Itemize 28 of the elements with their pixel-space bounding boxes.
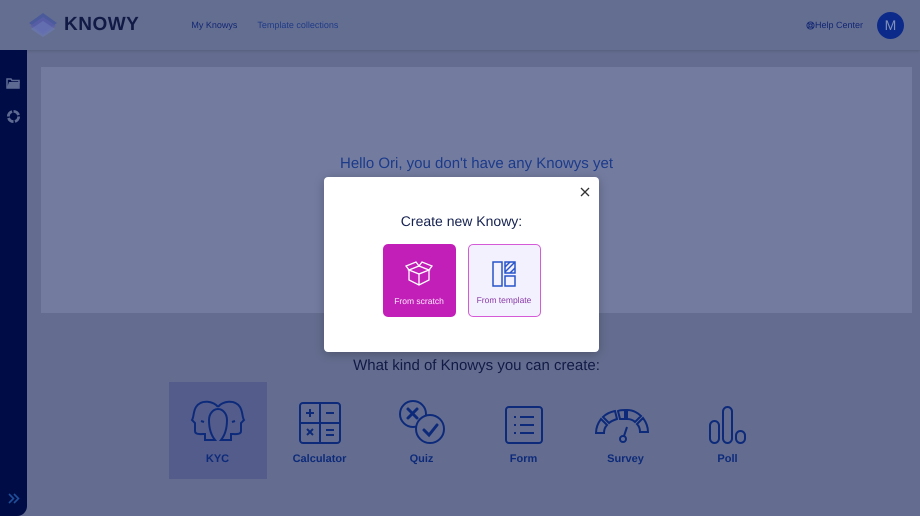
modal-title: Create new Knowy: [400,213,522,229]
greeting-text: Hello Ori, you don't have any Knowys yet [340,155,613,173]
logo-text: KNOWY [64,14,140,36]
cross-and-check-icon [396,399,446,445]
help-center-link[interactable]: Help Center [814,20,863,30]
knowy-type-tile[interactable]: Survey [576,382,674,479]
bar-chart-icon [708,405,748,445]
box-icon [405,260,433,288]
knowy-type-tile[interactable]: KYC [168,382,266,479]
knowy-type-tile[interactable]: Poll [678,382,776,479]
nav-link[interactable]: Template collections [257,20,338,30]
layout-icon [492,261,516,287]
types-heading: What kind of Knowys you can create: [352,357,601,374]
calculator-icon [298,401,342,445]
knowy-type-tile[interactable]: Calculator [270,382,368,479]
create-option-button[interactable]: From scratch [382,244,456,317]
donut-chart-icon[interactable] [6,109,21,124]
help-icon[interactable] [806,20,815,30]
expand-icon[interactable] [8,493,20,504]
create-option-button[interactable]: From template [468,244,540,317]
list-icon [504,405,544,445]
logo-icon [28,12,58,38]
close-icon [580,187,590,197]
knowy-type-tile[interactable]: Quiz [372,382,470,479]
avatar[interactable]: M [877,12,904,38]
nav-link[interactable]: My Knowys [191,20,238,30]
folder-icon[interactable] [6,77,21,89]
knowy-type-tile[interactable]: Form [474,382,572,479]
